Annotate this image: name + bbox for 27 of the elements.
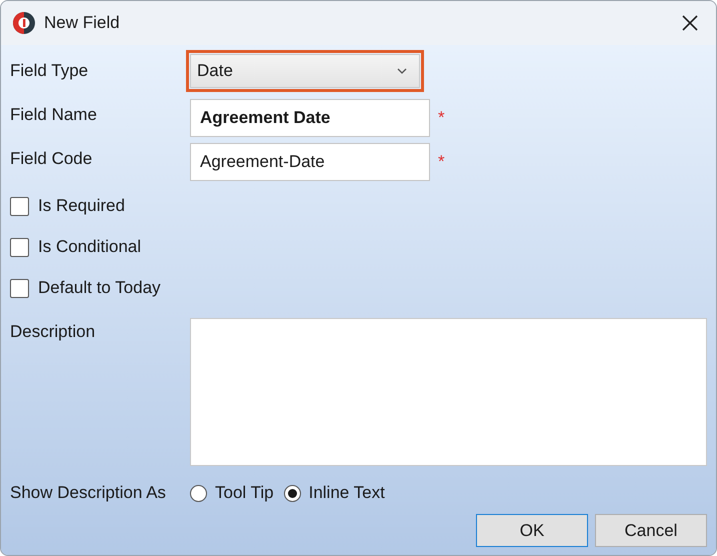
radio-label[interactable]: Inline Text (308, 483, 385, 503)
field-label: Show Description As (10, 483, 167, 503)
checkbox-label[interactable]: Is Required (38, 196, 125, 216)
logo-icon (13, 12, 35, 34)
field-label: Field Code (10, 149, 94, 169)
radio-button[interactable] (284, 484, 301, 502)
description-field[interactable] (190, 318, 707, 466)
radio-label[interactable]: Tool Tip (215, 483, 274, 503)
checkbox-label[interactable]: Default to Today (38, 278, 161, 298)
input-field[interactable]: Agreement-Date (190, 143, 430, 181)
radio-button[interactable] (190, 484, 207, 502)
field-label: Field Name (10, 105, 98, 125)
checkbox[interactable] (10, 238, 29, 256)
window-title: New Field (44, 13, 121, 33)
required-marker: * (438, 152, 445, 172)
field-label: Field Type (10, 61, 90, 81)
field-type-dropdown[interactable]: Date (190, 54, 420, 88)
cancel-button[interactable]: Cancel (595, 514, 707, 547)
required-marker: * (438, 108, 445, 128)
checkbox[interactable] (10, 196, 29, 216)
close-icon[interactable] (682, 15, 698, 31)
checkbox-label[interactable]: Is Conditional (38, 237, 142, 257)
input-field[interactable]: Agreement Date (190, 99, 430, 137)
checkbox[interactable] (10, 278, 29, 298)
ok-button[interactable]: OK (476, 514, 588, 547)
field-label: Description (10, 322, 96, 342)
chevron-icon (397, 68, 407, 74)
